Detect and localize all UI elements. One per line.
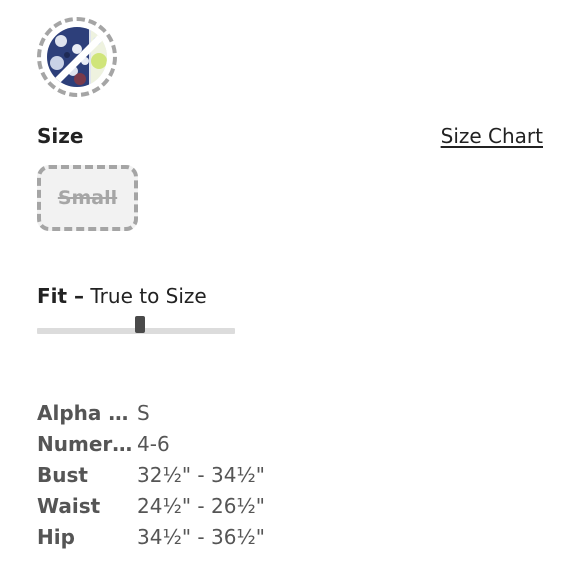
measurement-value: 32½" - 34½": [137, 462, 265, 487]
table-row: Waist 24½" - 26½": [37, 490, 265, 521]
color-swatch[interactable]: [37, 17, 117, 97]
size-label: Size: [37, 124, 84, 148]
table-row: Numeri... 4-6: [37, 428, 265, 459]
fit-value: True to Size: [90, 284, 207, 308]
measurement-value: 4-6: [137, 431, 170, 456]
table-row: Hip 34½" - 36½": [37, 521, 265, 552]
measurement-key: Hip: [37, 524, 75, 549]
size-option-small[interactable]: Small: [37, 165, 138, 231]
size-option-label: Small: [57, 187, 118, 209]
fit-label: Fit – True to Size: [37, 284, 207, 308]
measurement-key: Waist: [37, 493, 101, 518]
measurement-value: 34½" - 36½": [137, 524, 265, 549]
fit-key: Fit –: [37, 284, 85, 308]
table-row: Bust 32½" - 34½": [37, 459, 265, 490]
measurement-key: Bust: [37, 462, 88, 487]
measurement-key: Numeri...: [37, 431, 137, 456]
fit-slider-handle[interactable]: [135, 316, 145, 333]
measurements-table: Alpha S... S Numeri... 4-6 Bust 32½" - 3…: [37, 397, 265, 552]
measurement-key: Alpha S...: [37, 400, 137, 425]
measurement-value: S: [137, 400, 150, 425]
floral-pattern-swatch-icon: [47, 27, 107, 87]
table-row: Alpha S... S: [37, 397, 265, 428]
measurement-value: 24½" - 26½": [137, 493, 265, 518]
size-chart-link[interactable]: Size Chart: [441, 124, 543, 148]
